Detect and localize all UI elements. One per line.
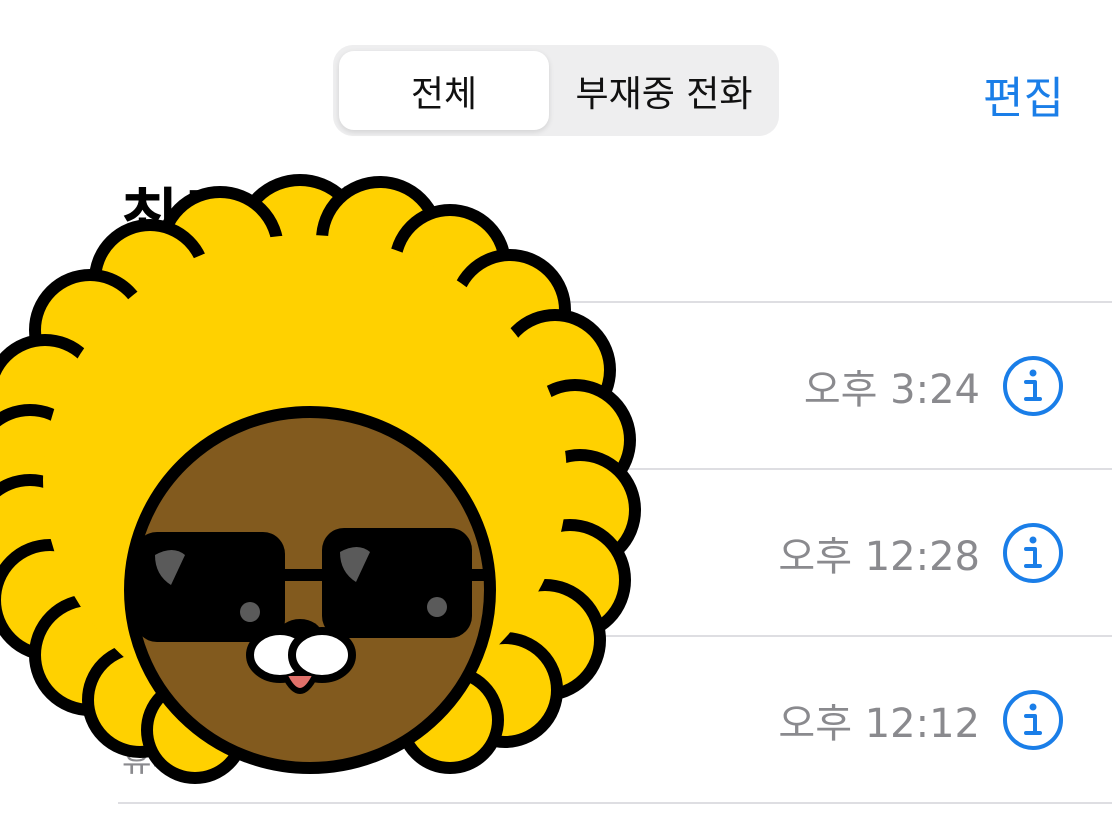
call-time: 오후 3:24 [803, 367, 980, 413]
edit-button[interactable]: 편집 [983, 62, 1064, 126]
call-time: 오후 12:12 [778, 701, 980, 747]
call-filter-segmented-control[interactable]: 전체 부재중 전화 [333, 45, 779, 136]
info-icon[interactable] [1002, 355, 1064, 417]
segment-missed-calls[interactable]: 부재중 전화 [549, 51, 779, 130]
info-icon[interactable] [1002, 522, 1064, 584]
call-row[interactable]: 휴대 오후 12:12 [118, 637, 1112, 803]
segment-all[interactable]: 전체 [339, 51, 549, 130]
call-row[interactable]: 오후 12:28 [118, 470, 1112, 636]
call-row[interactable]: 오후 3:24 [118, 303, 1112, 469]
call-label: 휴대 [122, 741, 181, 779]
divider [118, 802, 1112, 804]
page-title: 최근 통화 [120, 183, 388, 257]
call-time: 오후 12:28 [778, 534, 980, 580]
info-icon[interactable] [1002, 689, 1064, 751]
